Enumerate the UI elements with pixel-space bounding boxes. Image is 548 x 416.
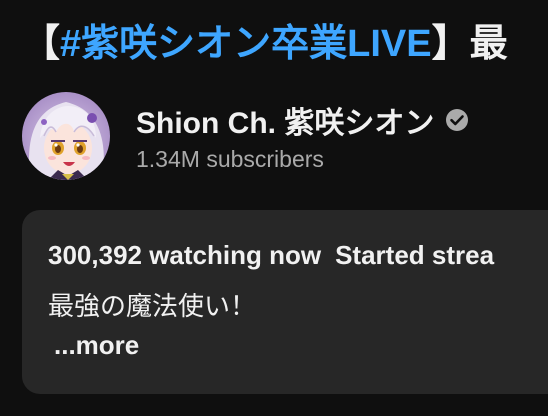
title-close-bracket: 】 <box>431 23 470 65</box>
description-meta: 300,392 watching now Started strea <box>48 240 494 271</box>
description-text: 最強の魔法使い！ <box>48 291 257 321</box>
title-hashtag-link[interactable]: #紫咲シオン卒業LIVE <box>60 23 432 65</box>
title-open-bracket: 【 <box>22 23 61 65</box>
channel-row: Shion Ch. 紫咲シオン 1.34M subscribers <box>22 92 548 182</box>
subscriber-count: 1.34M subscribers <box>136 146 324 172</box>
video-watch-page: 【#紫咲シオン卒業LIVE】最 Shion Ch. 紫咲シオン 1.34M su… <box>0 0 548 416</box>
title-rest: 最 <box>469 23 508 65</box>
verified-check-icon <box>444 107 470 133</box>
channel-avatar[interactable] <box>22 92 110 180</box>
channel-name-link[interactable]: Shion Ch. 紫咲シオン <box>136 98 434 142</box>
video-title: 【#紫咲シオン卒業LIVE】最 <box>22 14 508 74</box>
show-more-button[interactable]: ...more <box>54 330 139 361</box>
watching-count: 300,392 watching now <box>48 240 322 270</box>
description-box[interactable]: 300,392 watching now Started strea 最強の魔法使… <box>22 210 548 394</box>
avatar-illustration <box>22 92 110 180</box>
started-streaming: Started strea <box>335 240 495 270</box>
channel-name-line: Shion Ch. 紫咲シオン <box>136 98 470 142</box>
